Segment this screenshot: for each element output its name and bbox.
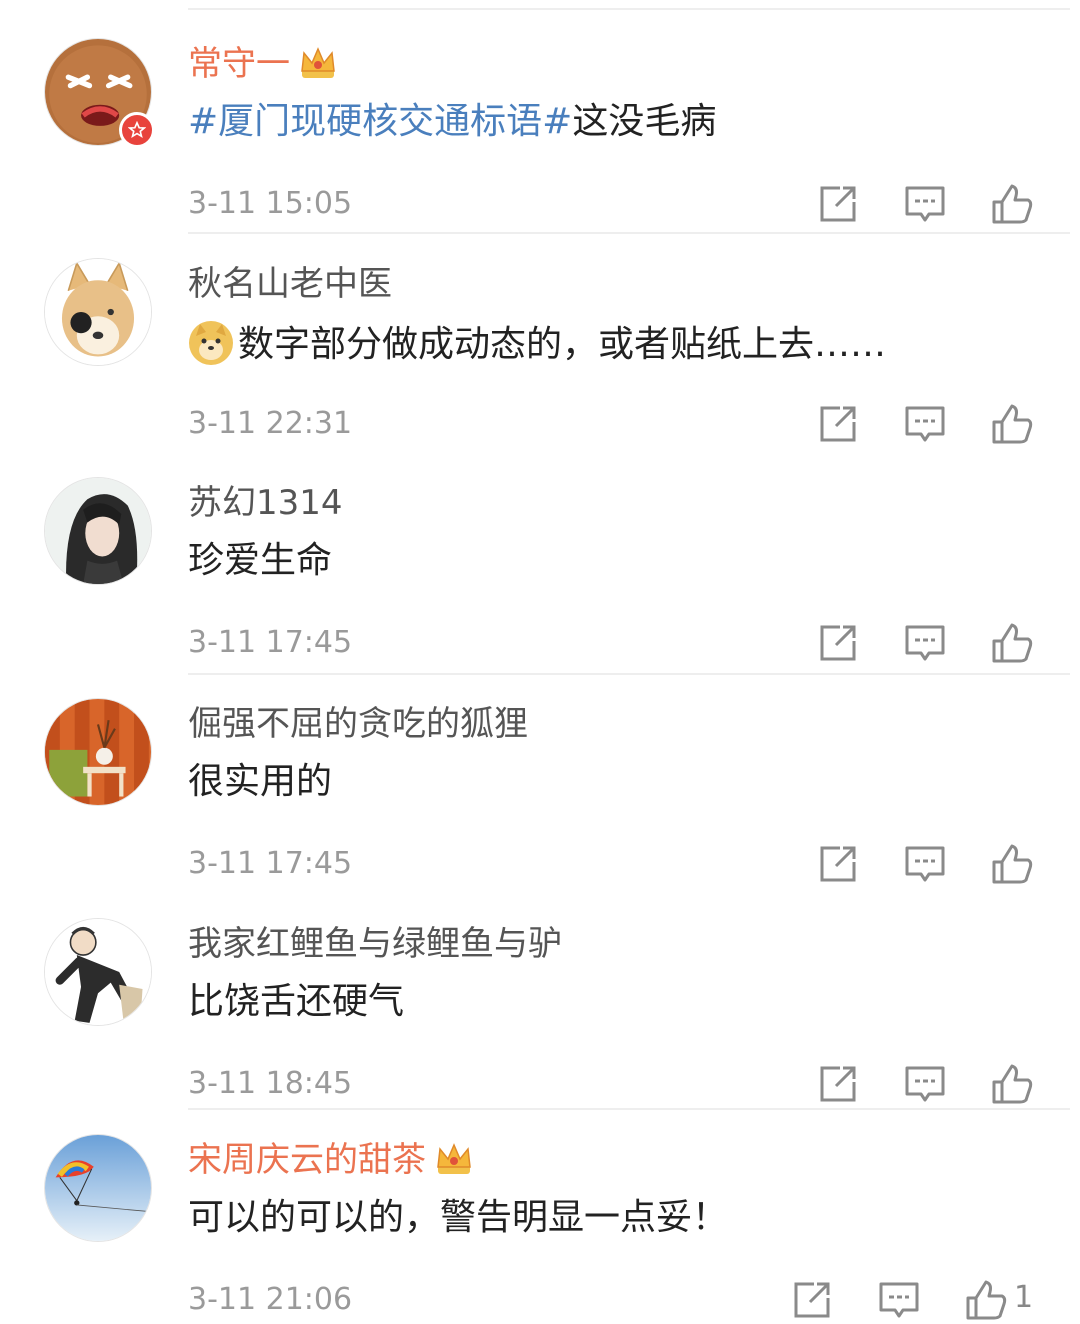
like-button[interactable] [990, 842, 1034, 886]
divider [188, 232, 1070, 234]
username[interactable]: 常守一 [188, 44, 338, 84]
comment-button[interactable] [903, 1062, 947, 1106]
comment-icon [905, 846, 945, 882]
like-button[interactable] [990, 402, 1034, 446]
like-icon [966, 1280, 1007, 1320]
comment-button[interactable] [903, 621, 947, 665]
comment-text: #厦门现硬核交通标语#这没毛病 [188, 101, 717, 142]
comment-item: 宋周庆云的甜茶 可以的可以的，警告明显一点妥！ 3-11 21:06 1 [0, 1134, 1080, 1324]
like-icon [992, 844, 1033, 884]
username[interactable]: 我家红鲤鱼与绿鲤鱼与驴 [188, 924, 562, 964]
comment-item: 秋名山老中医 数字部分做成动态的，或者贴纸上去…… 3-11 22:31 [0, 258, 1080, 480]
comment-text: 数字部分做成动态的，或者贴纸上去…… [188, 320, 886, 367]
timestamp: 3-11 22:31 [188, 406, 353, 441]
avatar[interactable] [44, 918, 152, 1026]
username[interactable]: 倔强不屈的贪吃的狐狸 [188, 704, 528, 744]
share-button[interactable] [816, 402, 860, 446]
timestamp: 3-11 17:45 [188, 846, 353, 881]
share-icon [820, 625, 856, 661]
comment-button[interactable] [877, 1278, 921, 1322]
like-button[interactable] [990, 182, 1034, 226]
comment-item: 我家红鲤鱼与绿鲤鱼与驴 比饶舌还硬气 3-11 18:45 [0, 918, 1080, 1140]
like-icon [992, 623, 1033, 663]
comment-text: 珍爱生命 [188, 540, 333, 581]
username[interactable]: 秋名山老中医 [188, 264, 392, 304]
avatar[interactable] [44, 698, 152, 806]
timestamp: 3-11 17:45 [188, 625, 353, 660]
comment-button[interactable] [903, 842, 947, 886]
share-icon [820, 186, 856, 222]
timestamp: 3-11 15:05 [188, 186, 353, 221]
comment-item: 常守一 #厦门现硬核交通标语#这没毛病 3-11 15:05 [0, 38, 1080, 260]
like-button[interactable] [990, 1062, 1034, 1106]
share-button[interactable] [816, 842, 860, 886]
share-icon [820, 846, 856, 882]
username[interactable]: 苏幻1314 [188, 483, 343, 523]
comment-icon [905, 186, 945, 222]
username[interactable]: 宋周庆云的甜茶 [188, 1140, 474, 1180]
comment-item: 倔强不屈的贪吃的狐狸 很实用的 3-11 17:45 [0, 698, 1080, 920]
share-button[interactable] [790, 1278, 834, 1322]
share-icon [820, 406, 856, 442]
crown-icon [434, 1141, 474, 1177]
comment-text: 比饶舌还硬气 [188, 981, 405, 1022]
like-button[interactable] [964, 1278, 1008, 1322]
like-icon [992, 184, 1033, 224]
comment-icon [905, 625, 945, 661]
comment-button[interactable] [903, 402, 947, 446]
like-button[interactable] [990, 621, 1034, 665]
avatar[interactable] [44, 1134, 152, 1242]
doge-emoji [188, 320, 234, 366]
timestamp: 3-11 21:06 [188, 1282, 353, 1317]
share-button[interactable] [816, 621, 860, 665]
share-button[interactable] [816, 1062, 860, 1106]
hashtag-link[interactable]: #厦门现硬核交通标语# [188, 101, 572, 142]
divider [188, 1108, 1070, 1110]
share-icon [820, 1066, 856, 1102]
crown-icon [298, 45, 338, 81]
comment-item: 苏幻1314 珍爱生命 3-11 17:45 [0, 477, 1080, 699]
comment-icon [905, 1066, 945, 1102]
like-icon [992, 1064, 1033, 1104]
top-divider [188, 8, 1070, 10]
timestamp: 3-11 18:45 [188, 1066, 353, 1101]
divider [188, 673, 1070, 675]
like-icon [992, 404, 1033, 444]
share-icon [794, 1282, 830, 1318]
vip-badge-icon [119, 112, 155, 148]
comment-icon [879, 1282, 919, 1318]
like-count: 1 [1014, 1280, 1034, 1315]
avatar[interactable] [44, 258, 152, 366]
comment-text: 很实用的 [188, 761, 333, 802]
share-button[interactable] [816, 182, 860, 226]
comment-button[interactable] [903, 182, 947, 226]
avatar[interactable] [44, 477, 152, 585]
comment-icon [905, 406, 945, 442]
comment-text: 可以的可以的，警告明显一点妥！ [188, 1197, 729, 1238]
